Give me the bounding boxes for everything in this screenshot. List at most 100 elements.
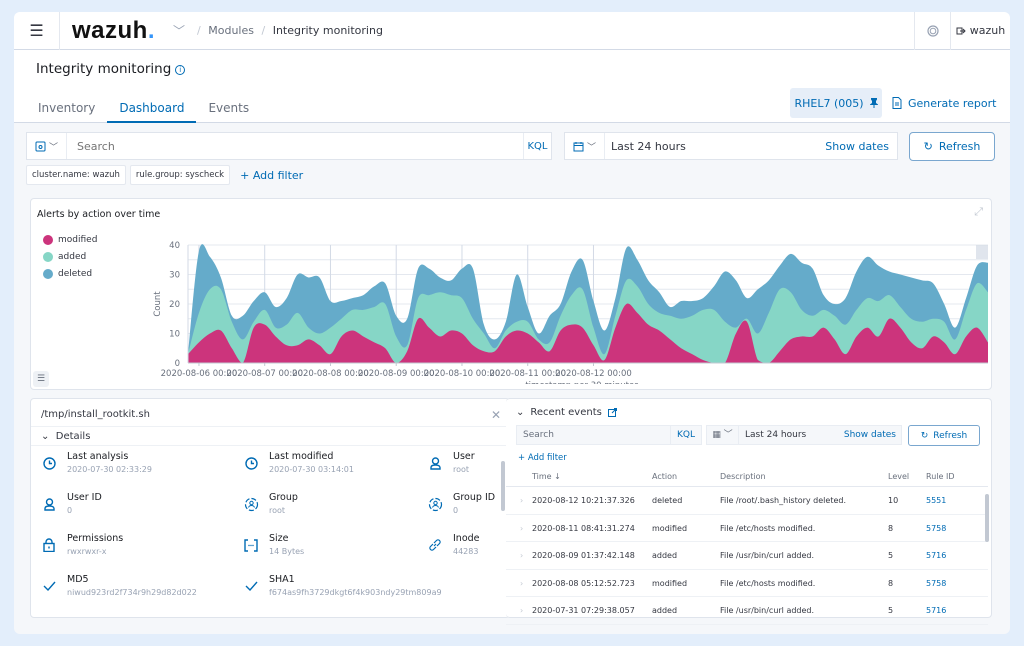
table-row[interactable]: › 2020-07-31 07:29:38.057 added File /usr/b…	[506, 597, 988, 625]
cell-level: 5	[888, 606, 894, 615]
breadcrumb-modules[interactable]: Modules	[208, 24, 254, 37]
col-level[interactable]: Level	[888, 472, 909, 481]
chevron-down-icon[interactable]: ﹀	[173, 22, 185, 39]
lock-icon	[41, 537, 57, 553]
check-icon	[41, 578, 57, 594]
table-row[interactable]: › 2020-08-12 10:21:37.326 deleted File /roo…	[506, 487, 988, 515]
tab-events[interactable]: Events	[196, 96, 261, 123]
expand-row-icon[interactable]: ›	[520, 579, 523, 588]
expand-row-icon[interactable]: ›	[520, 524, 523, 533]
filter-bar: cluster.name: wazuh rule.group: syscheck…	[26, 165, 303, 185]
legend-swatch	[43, 268, 53, 279]
events-refresh-button[interactable]: ↻ Refresh	[908, 425, 980, 446]
chevron-down-icon: ⌄	[516, 407, 525, 418]
field-value: 14 Bytes	[269, 547, 305, 556]
field-label: Last analysis	[67, 451, 129, 462]
expand-icon[interactable]: ⤢	[974, 205, 983, 219]
brush-handle[interactable]	[976, 245, 988, 259]
chevron-down-icon: ⌄	[41, 431, 50, 442]
field-label: Group ID	[453, 492, 496, 503]
cell-time: 2020-08-09 01:37:42.148	[532, 551, 635, 560]
add-filter-link[interactable]: + Add filter	[240, 169, 303, 182]
refresh-button[interactable]: ↻ Refresh	[909, 132, 995, 161]
saved-query-icon	[35, 141, 46, 151]
logout-icon	[956, 27, 966, 34]
cell-description: File /usr/bin/curl added.	[720, 606, 815, 615]
events-show-dates[interactable]: Show dates	[844, 430, 901, 440]
saved-queries-button[interactable]: ﹀	[27, 133, 67, 159]
table-row[interactable]: › 2020-08-08 05:12:52.723 modified File /et…	[506, 570, 988, 597]
filter-pill[interactable]: cluster.name: wazuh	[26, 165, 126, 185]
detail-field-group: Group root	[243, 492, 298, 515]
field-value: root	[269, 506, 286, 515]
table-row[interactable]: › 2020-08-11 08:41:31.274 modified File /et…	[506, 515, 988, 542]
detail-field-group-id: Group ID 0	[427, 492, 495, 515]
y-tick-label: 30	[169, 271, 180, 281]
events-search-input[interactable]: Search	[517, 430, 670, 440]
page-title: Integrity monitoring i	[36, 61, 186, 77]
field-value: 2020-07-30 02:33:29	[67, 465, 152, 474]
field-value: 0	[67, 506, 73, 515]
close-icon[interactable]: ✕	[491, 408, 501, 422]
group-icon	[427, 496, 443, 512]
tab-inventory[interactable]: Inventory	[26, 96, 107, 123]
menu-button[interactable]: ☰	[14, 12, 60, 50]
show-dates-link[interactable]: Show dates	[825, 140, 897, 153]
detail-field-user: User root	[427, 451, 475, 474]
table-row[interactable]: › 2020-08-09 01:37:42.148 added File /usr/b…	[506, 542, 988, 570]
x-axis-title: timestamp per 30 minutes	[525, 381, 639, 384]
detail-field-sha1: SHA1 f674as9fh3729dkgt6f4k903ndy29tm809a9	[243, 574, 442, 597]
expand-row-icon[interactable]: ›	[520, 551, 523, 560]
breadcrumb: / Modules / Integrity monitoring	[197, 24, 383, 37]
cell-rule-id-link[interactable]: 5551	[926, 496, 946, 505]
cell-rule-id-link[interactable]: 5716	[926, 551, 946, 560]
kql-toggle[interactable]: KQL	[523, 133, 551, 159]
quick-date-button[interactable]: ﹀	[565, 133, 605, 159]
cell-rule-id-link[interactable]: 5716	[926, 606, 946, 615]
list-icon[interactable]: ☰	[33, 371, 49, 387]
events-add-filter[interactable]: + Add filter	[518, 453, 567, 463]
stacked-area-chart: 0102030402020-08-06 00:002020-08-07 00:0…	[153, 241, 988, 384]
cell-action: deleted	[652, 496, 683, 505]
events-kql-toggle[interactable]: KQL	[670, 425, 701, 445]
details-accordion[interactable]: ⌄ Details	[31, 426, 509, 446]
alerts-chart-panel: Alerts by action over time ⤢ modified ad…	[30, 198, 992, 390]
col-action[interactable]: Action	[652, 472, 677, 481]
col-time[interactable]: Time ↓	[532, 472, 561, 481]
recent-events-header[interactable]: ⌄ Recent events	[516, 407, 617, 418]
col-description[interactable]: Description	[720, 472, 766, 481]
help-button[interactable]	[914, 12, 950, 50]
refresh-icon: ↻	[920, 430, 929, 441]
legend-item-deleted[interactable]: deleted	[43, 265, 97, 282]
expand-row-icon[interactable]: ›	[520, 496, 523, 505]
query-bar: ﹀ KQL	[26, 132, 552, 160]
detail-field-inode: Inode 44283	[427, 533, 480, 556]
field-value: f674as9fh3729dkgt6f4k903ndy29tm809a9	[269, 588, 442, 597]
search-input[interactable]	[67, 139, 523, 153]
group-icon	[243, 496, 259, 512]
field-label: Size	[269, 533, 289, 544]
calendar-icon[interactable]: ▦ ﹀	[707, 425, 739, 445]
tab-dashboard[interactable]: Dashboard	[107, 96, 197, 123]
events-scrollbar[interactable]	[985, 494, 989, 542]
generate-report-button[interactable]: Generate report	[892, 88, 996, 118]
cell-rule-id-link[interactable]: 5758	[926, 524, 946, 533]
info-icon[interactable]: i	[175, 65, 186, 75]
user-menu-button[interactable]: wazuh	[950, 12, 1010, 50]
wazuh-logo[interactable]: wazuh.	[72, 17, 155, 45]
field-value: 2020-07-30 03:14:01	[269, 465, 354, 474]
events-date-picker: ▦ ﹀ Last 24 hours Show dates	[706, 425, 902, 445]
filter-pill[interactable]: rule.group: syscheck	[129, 165, 231, 185]
details-scrollbar[interactable]	[501, 461, 505, 511]
col-rule-id[interactable]: Rule ID	[926, 472, 954, 481]
legend-item-added[interactable]: added	[43, 248, 97, 265]
legend-item-modified[interactable]: modified	[43, 231, 97, 248]
external-link-icon[interactable]	[607, 408, 617, 417]
events-date-range[interactable]: Last 24 hours	[739, 430, 844, 440]
cell-rule-id-link[interactable]: 5758	[926, 579, 946, 588]
agent-selector-button[interactable]: RHEL7 (005)	[790, 88, 882, 118]
user-name: wazuh	[969, 24, 1006, 37]
hamburger-icon: ☰	[29, 21, 44, 40]
date-range-text[interactable]: Last 24 hours	[605, 140, 825, 153]
expand-row-icon[interactable]: ›	[520, 606, 523, 615]
